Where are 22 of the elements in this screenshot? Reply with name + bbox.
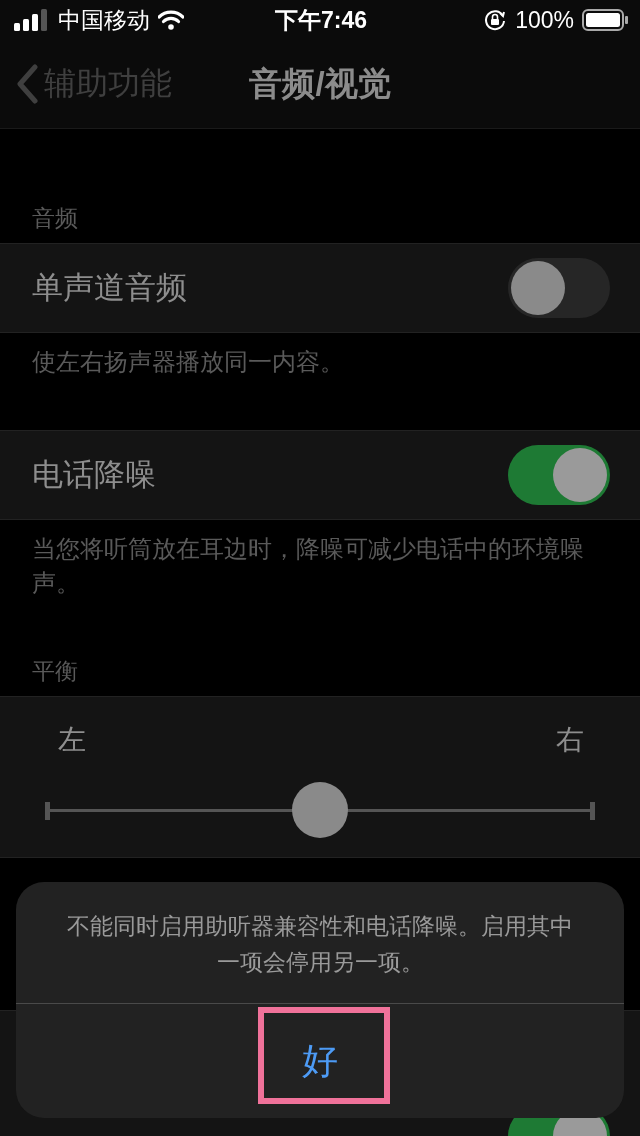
rotation-lock-icon [483, 8, 508, 32]
right-label: 右 [556, 723, 584, 757]
toggle-switch[interactable] [508, 445, 610, 505]
left-label: 左 [58, 723, 86, 757]
ok-button[interactable]: 好 [16, 1004, 624, 1118]
slider-thumb[interactable] [292, 782, 348, 838]
battery-icon [582, 9, 628, 31]
row-label: 电话降噪 [32, 456, 156, 494]
clock-time: 下午7:46 [275, 5, 368, 35]
screen-title: 音频/视觉 [249, 63, 391, 104]
footer-note: 使左右扬声器播放同一内容。 [31, 347, 345, 377]
signal-icon [14, 9, 50, 31]
alert-message: 不能同时启用助听器兼容性和电话降噪。启用其中一项会停用另一项。 [16, 882, 624, 1004]
section-header: 音频 [31, 204, 79, 233]
row-label: 单声道音频 [32, 269, 187, 307]
section-header: 平衡 [31, 657, 79, 686]
footer-note: 当您将听筒放在耳边时，降噪可减少电话中的环境噪声。 [31, 534, 585, 598]
wifi-icon [158, 10, 184, 30]
balance-slider[interactable] [45, 782, 595, 838]
carrier-name: 中国移动 [58, 5, 150, 35]
chevron-left-icon [16, 64, 38, 104]
battery-percent: 100% [515, 6, 574, 34]
